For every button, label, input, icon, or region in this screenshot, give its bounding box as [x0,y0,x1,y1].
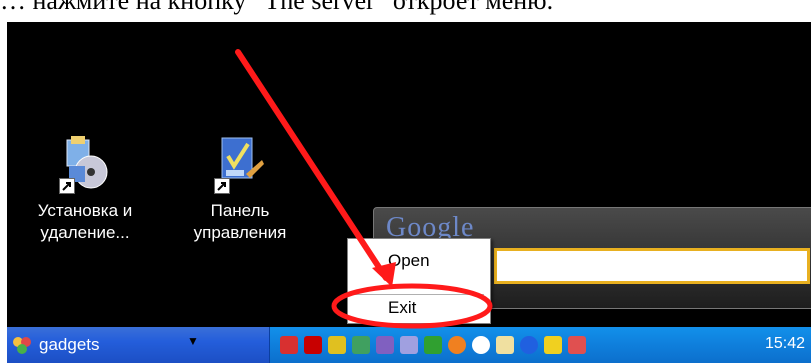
desktop-icon-label: Установка и удаление... [37,201,133,242]
printer-icon[interactable] [352,336,370,354]
desktop: Установка и удаление... Панель управлени… [7,22,811,363]
desktop-icon-control-panel[interactable]: Панель управления [175,134,305,244]
airplane-icon[interactable] [544,336,562,354]
pen-icon[interactable] [376,336,394,354]
panda-icon[interactable] [472,336,490,354]
desktop-icon-add-remove-programs[interactable]: Установка и удаление... [20,134,150,244]
menu-item-open[interactable]: Open [388,251,430,271]
menu-separator [352,294,484,295]
user-icon[interactable] [568,336,586,354]
desktop-icon-label: Панель управления [193,201,287,242]
shortcut-arrow-icon [214,178,230,194]
taskbar: gadgets ▼ 15:42 [7,327,811,363]
gadgets-taskbar-button[interactable]: gadgets ▼ [7,329,229,361]
google-search-input[interactable] [494,248,810,284]
chevron-down-icon: ▼ [187,334,199,348]
gadgets-icon [11,334,33,356]
media-player-icon[interactable] [424,336,442,354]
system-tray: 15:42 [269,327,811,363]
add-remove-programs-icon [59,134,111,194]
shortcut-arrow-icon [59,178,75,194]
gadgets-button-label: gadgets [39,335,100,354]
ati-icon[interactable] [304,336,322,354]
calendar-icon[interactable] [496,336,514,354]
context-menu: Open Exit [347,238,491,324]
swirl-icon[interactable] [448,336,466,354]
control-panel-icon [214,134,266,194]
speaker-icon[interactable] [400,336,418,354]
document-strip: … нажмите на кнопку “The server” откроет… [0,0,811,22]
document-caption: … нажмите на кнопку “The server” откроет… [0,0,554,15]
menu-item-exit[interactable]: Exit [388,298,416,318]
taskbar-clock: 15:42 [764,335,805,352]
network-icon[interactable] [280,336,298,354]
help-icon[interactable] [520,336,538,354]
display-icon[interactable] [328,336,346,354]
